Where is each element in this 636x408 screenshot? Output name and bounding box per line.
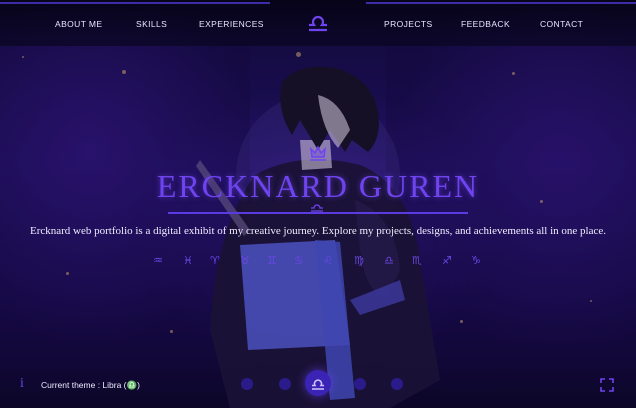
capricorn-icon[interactable]: ♑: [471, 254, 481, 267]
libra-icon: [312, 379, 324, 390]
libra-icon: [311, 204, 323, 212]
nav-contact[interactable]: CONTACT: [540, 19, 583, 29]
hero-tagline: Ercknard web portfolio is a digital exhi…: [30, 225, 606, 237]
nav-feedback[interactable]: FEEDBACK: [461, 19, 510, 29]
theme-dot[interactable]: [279, 378, 291, 390]
current-theme-label: Current theme : Libra (♎): [41, 380, 140, 390]
theme-dot[interactable]: [354, 378, 366, 390]
theme-dot-active[interactable]: [305, 370, 331, 396]
virgo-icon[interactable]: ♍: [354, 254, 364, 267]
nav-about-me[interactable]: ABOUT ME: [55, 19, 102, 29]
theme-dot[interactable]: [391, 378, 403, 390]
libra-icon[interactable]: ♎: [384, 254, 394, 267]
aquarius-icon[interactable]: ♒: [153, 254, 163, 267]
hero-divider: [168, 212, 468, 214]
gemini-icon[interactable]: ♊: [267, 254, 277, 267]
sagittarius-icon[interactable]: ♐: [442, 254, 452, 267]
libra-icon[interactable]: [305, 8, 331, 34]
nav-experiences[interactable]: EXPERIENCES: [199, 19, 264, 29]
theme-dot[interactable]: [241, 378, 253, 390]
nav-top-line-right: [366, 2, 636, 4]
aries-icon[interactable]: ♈: [210, 254, 220, 267]
leo-icon[interactable]: ♌: [323, 254, 333, 267]
top-navigation: ABOUT ME SKILLS EXPERIENCES PROJECTS FEE…: [0, 0, 636, 46]
nav-top-line-left: [0, 2, 270, 4]
scorpio-icon[interactable]: ♏: [412, 254, 422, 267]
taurus-icon[interactable]: ♉: [240, 254, 250, 267]
cancer-icon[interactable]: ♋: [294, 254, 304, 267]
info-icon[interactable]: i: [20, 376, 24, 392]
pisces-icon[interactable]: ♓: [183, 254, 193, 267]
nav-skills[interactable]: SKILLS: [136, 19, 167, 29]
nav-projects[interactable]: PROJECTS: [384, 19, 433, 29]
fullscreen-icon[interactable]: [600, 378, 614, 392]
crown-crest-icon: [309, 145, 327, 161]
